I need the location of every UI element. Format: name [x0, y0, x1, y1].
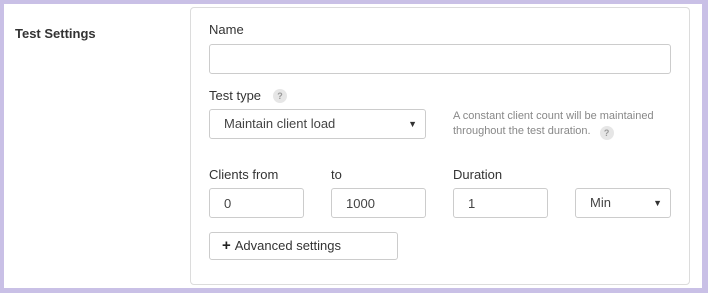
name-input[interactable]: [209, 44, 671, 74]
section-title: Test Settings: [15, 26, 96, 41]
duration-input[interactable]: [453, 188, 548, 218]
test-type-selected: Maintain client load: [224, 116, 336, 131]
test-type-hint-text: A constant client count will be maintain…: [453, 110, 654, 137]
clients-from-input[interactable]: [209, 188, 304, 218]
hint-help-icon[interactable]: ?: [599, 126, 614, 140]
advanced-settings-label: Advanced settings: [234, 238, 341, 253]
caret-down-icon: ▼: [653, 198, 662, 208]
duration-label: Duration: [453, 167, 503, 182]
duration-unit-selected: Min: [590, 195, 611, 210]
advanced-settings-button[interactable]: + Advanced settings: [209, 232, 398, 260]
test-type-help-icon[interactable]: ?: [273, 89, 287, 103]
test-type-hint: A constant client count will be maintain…: [453, 109, 673, 140]
name-label: Name: [209, 22, 244, 37]
to-label: to: [331, 167, 342, 182]
caret-down-icon: ▼: [408, 119, 417, 129]
plus-icon: +: [222, 237, 231, 254]
test-type-label: Test type: [209, 88, 262, 103]
clients-to-input[interactable]: [331, 188, 426, 218]
test-type-select[interactable]: Maintain client load ▼: [209, 109, 426, 139]
settings-frame: Test Settings Name Test type ? Maintain …: [4, 4, 702, 288]
duration-unit-select[interactable]: Min ▼: [575, 188, 671, 218]
clients-from-label: Clients from: [209, 167, 279, 182]
